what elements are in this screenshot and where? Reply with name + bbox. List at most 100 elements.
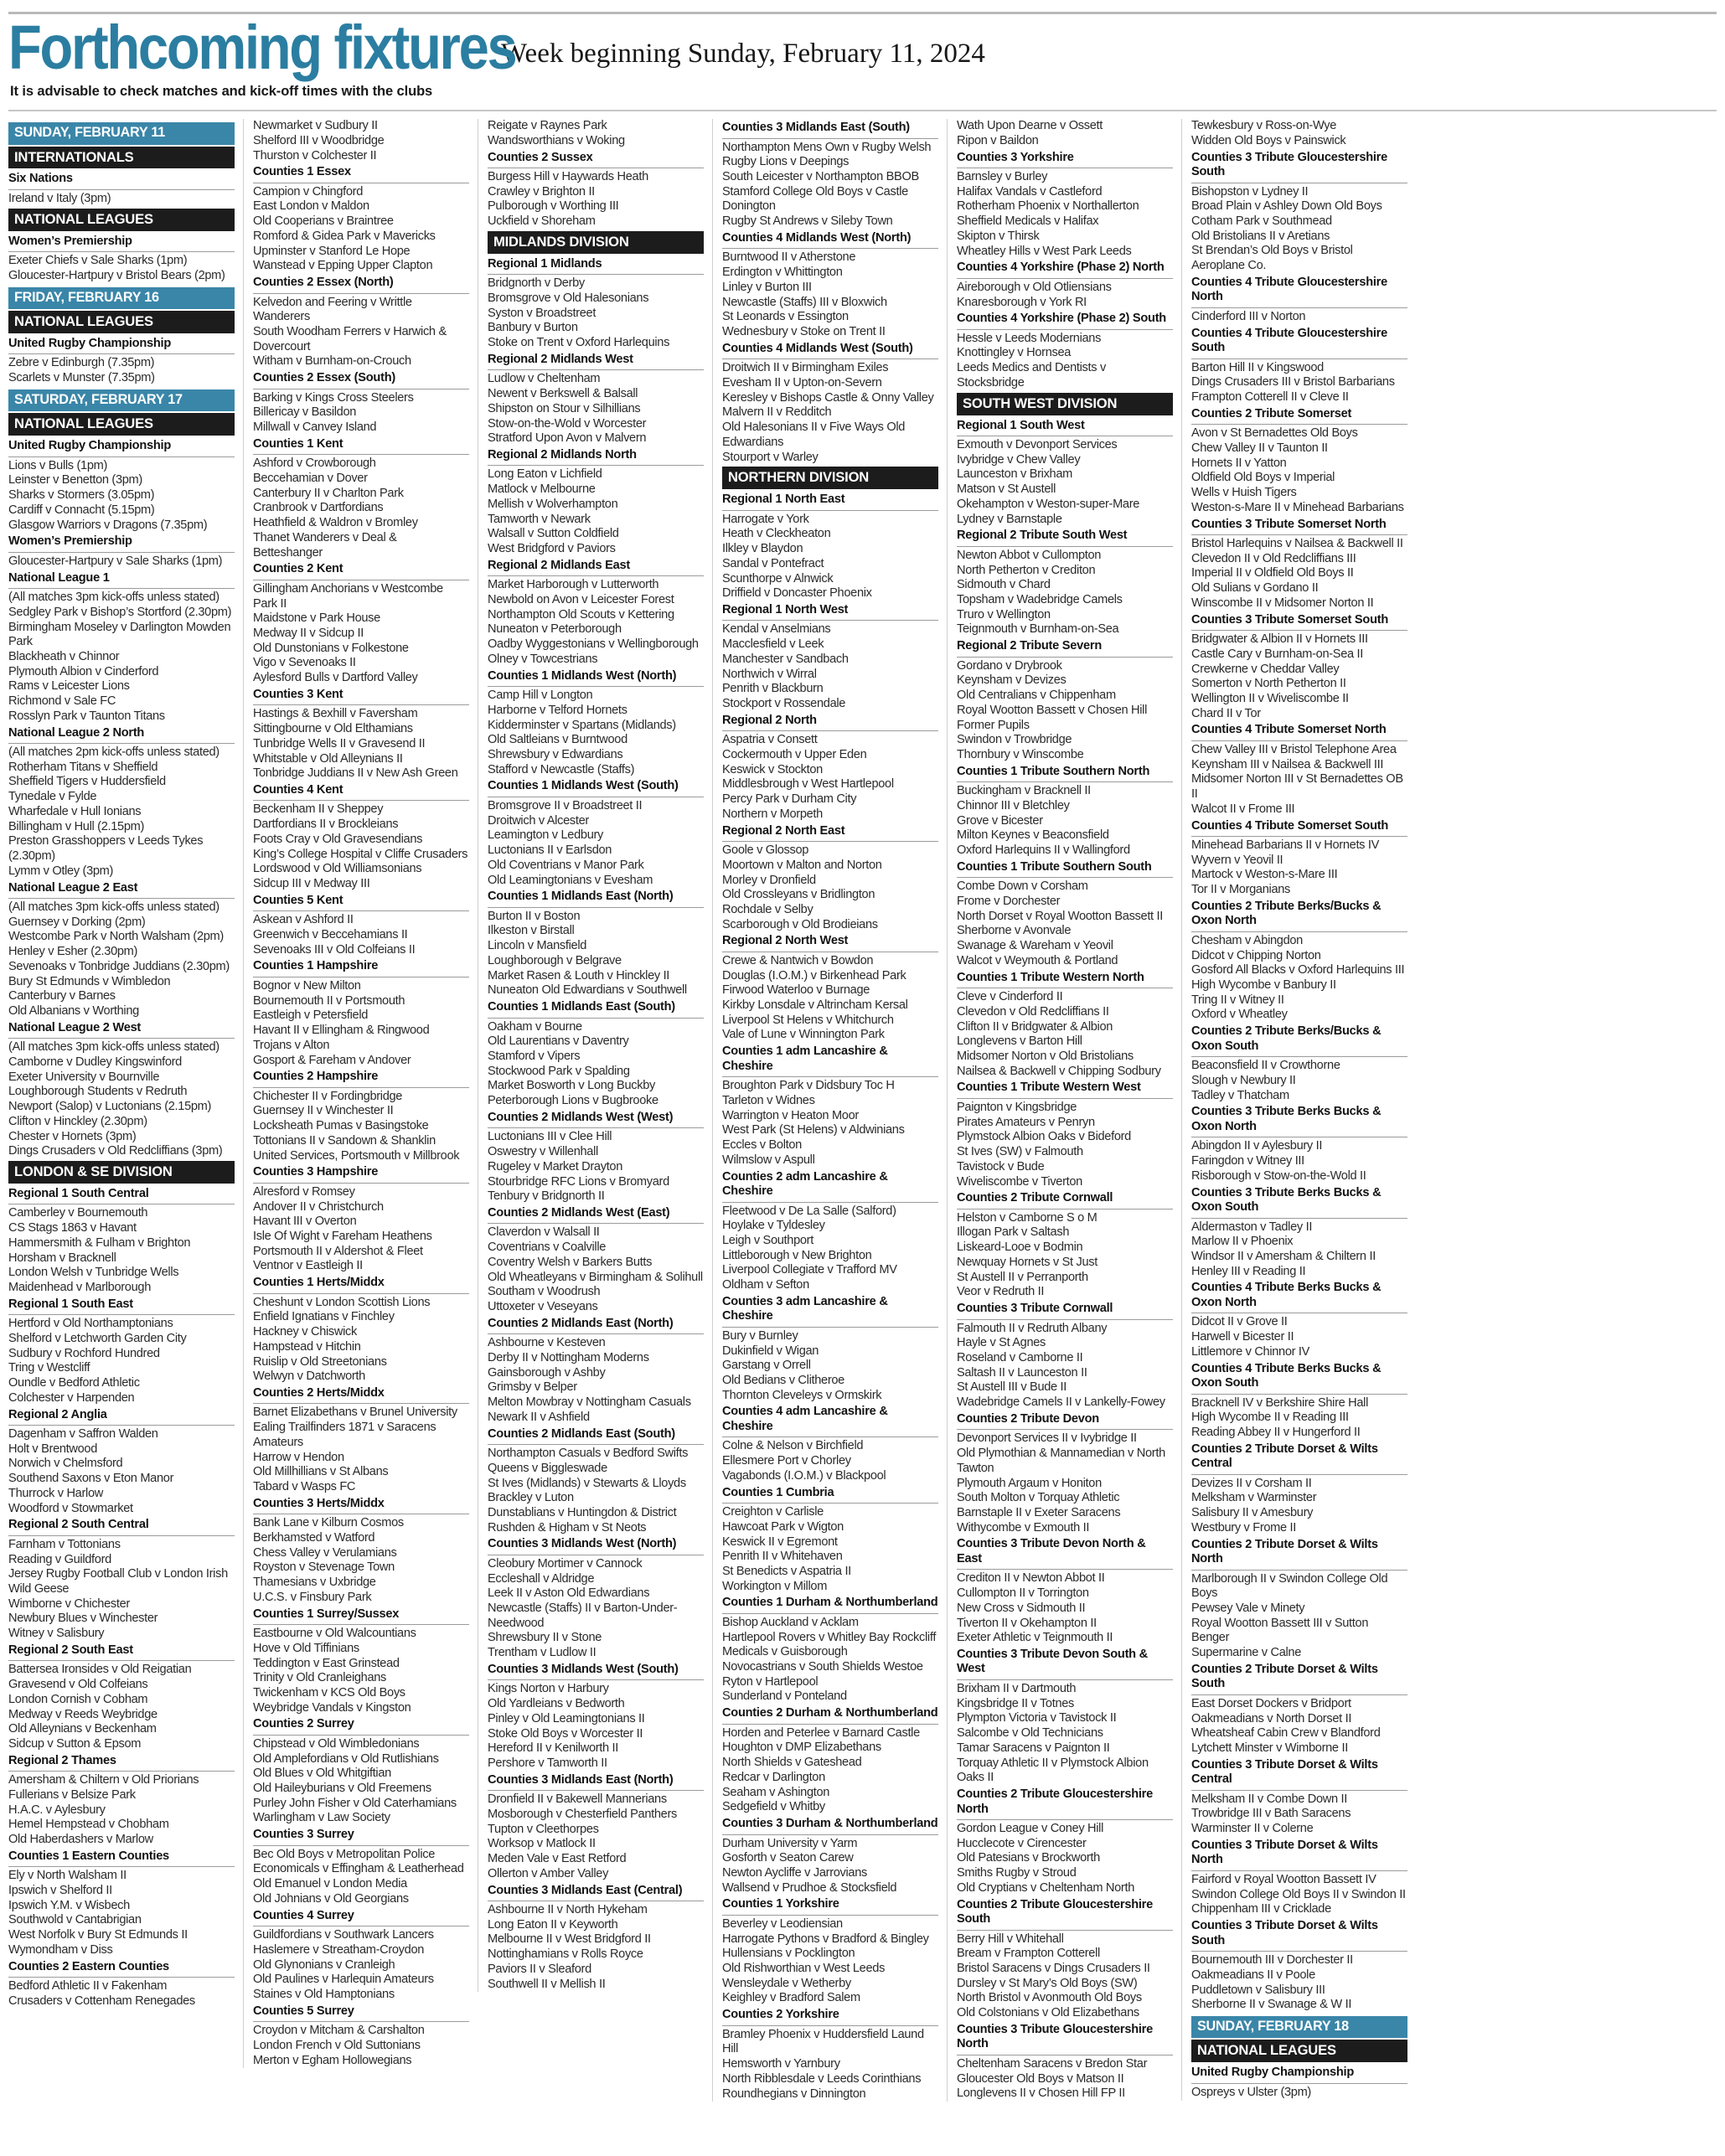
fixture-line: West Park (St Helens) v Aldwinians [722, 1123, 905, 1137]
competition-title: Counties 2 Tribute Dorset & Wilts North [1191, 1536, 1407, 1571]
fixture-line: Penrith II v Whitehaven [722, 1550, 843, 1564]
fixture-line: Chew Valley III v Bristol Telephone Area [1191, 742, 1397, 756]
fixture-line: Aireborough v Old Otliensians [957, 280, 1112, 294]
fixture-line: Driffield v Doncaster Phoenix [722, 586, 872, 601]
competition-title: Counties 3 Tribute Devon North & East [957, 1535, 1173, 1571]
competition-title: National League 2 East [8, 879, 235, 899]
fixture-line: Helston v Camborne S o M [957, 1210, 1097, 1225]
fixture-line: Northwich v Wirral [722, 667, 817, 681]
fixture-line: Luctonians II v Earlsdon [488, 843, 612, 858]
fixture-line: Stourbridge RFC Lions v Bromyard [488, 1174, 669, 1189]
competition-title: Counties 2 Hampshire [253, 1068, 469, 1088]
fixture-line: Tabard v Wasps FC [253, 1480, 356, 1494]
competition-title: Regional 2 Thames [8, 1752, 235, 1772]
fixture-line: Sherborne II v Swanage & W II [1191, 1998, 1352, 2012]
fixture-line: Sandal v Pontefract [722, 556, 824, 570]
competition-title: Six Nations [8, 170, 235, 190]
fixture-line: Paignton v Kingsbridge [957, 1100, 1077, 1114]
fixture-line: Eastbourne v Old Walcountians [253, 1627, 416, 1641]
competition-title: Counties 1 Midlands West (North) [488, 668, 704, 688]
competition-title: Counties 3 Durham & Northumberland [722, 1815, 938, 1835]
fixture-line: Wharfedale v Hull Ionians [8, 804, 142, 818]
fixture-line: Bognor v New Milton [253, 978, 361, 993]
fixture-line: Keynsham v Devizes [957, 673, 1067, 688]
fixture-line: Gravesend v Old Colfeians [8, 1678, 148, 1692]
competition-title: Counties 1 Yorkshire [722, 1896, 938, 1916]
fixture-line: Bournemouth III v Dorchester II [1191, 1953, 1353, 1968]
fixture-line: Henley v Esher (2.30pm) [8, 945, 138, 959]
competition-title: Counties 2 Tribute Dorset & Wilts Centra… [1191, 1441, 1407, 1475]
fixture-line: Northampton Mens Own v Rugby Welsh [722, 140, 932, 154]
fixture-line: Andover II v Christchurch [253, 1199, 384, 1214]
competition-title: Regional 1 South East [8, 1296, 235, 1316]
fixture-line: Norwich v Chelmsford [8, 1457, 123, 1471]
fixture-line: Bristol Harlequins v Nailsea & Backwell … [1191, 537, 1403, 551]
fixture-line: Old Alleynians v Beckenham [8, 1722, 157, 1736]
fixture-line: Castle Cary v Burnham-on-Sea II [1191, 647, 1364, 661]
competition-title: Regional 1 South West [957, 417, 1173, 437]
fixture-line: Luctonians III v Clee Hill [488, 1130, 612, 1144]
fixture-line: Tadley v Thatcham [1191, 1088, 1289, 1102]
fixture-line: Preston Grasshoppers v Leeds Tykes (2.30… [8, 834, 204, 864]
fixture-line: High Wycombe v Banbury II [1191, 978, 1336, 993]
competition-title: Regional 1 South Central [8, 1185, 235, 1205]
fixture-line: Midsomer Norton v Old Bristolians [957, 1049, 1134, 1063]
fixture-line: Greenwich v Beccehamians II [253, 927, 408, 941]
competition-title: Counties 1 Essex [253, 163, 469, 183]
fixture-line: Wandsworthians v Woking [488, 133, 625, 147]
fixture-line: Reading Abbey II v Hungerford II [1191, 1425, 1361, 1439]
fixture-line: Pewsey Vale v Minety [1191, 1602, 1305, 1616]
fixture-line: Salisbury II v Amesbury [1191, 1506, 1314, 1520]
fixture-line: Stockport v Rossendale [722, 697, 846, 711]
competition-title: Counties 3 adm Lancashire & Cheshire [722, 1293, 938, 1328]
fixture-line: Heathfield & Waldron v Bromley [253, 516, 418, 530]
fixture-line: Liverpool St Helens v Whitchurch [722, 1013, 894, 1027]
fixture-line: Loughborough Students v Redruth [8, 1085, 188, 1099]
fixture-line: Old Haileyburians v Old Freemens [253, 1782, 431, 1796]
fixture-line: Sevenoaks v Tonbridge Juddians (2.30pm) [8, 959, 230, 973]
fixture-line: Thamesians v Uxbridge [253, 1576, 376, 1590]
fixture-line: Beccehamian v Dover [253, 472, 368, 486]
fixture-line: Shipston on Stour v Silhillians [488, 401, 641, 415]
fixture-line: Tonbridge Juddians II v New Ash Green [253, 766, 458, 781]
fixture-line: Royal Wootton Bassett v Chosen Hill Form… [957, 703, 1148, 732]
fixture-line: Wensleydale v Wetherby [722, 1976, 851, 1990]
fixture-line: Ireland v Italy (3pm) [8, 191, 111, 205]
fixture-line: Stoke on Trent v Oxford Harlequins [488, 336, 670, 350]
fixture-line: Peterborough Lions v Bugbrooke [488, 1094, 658, 1108]
fixture-line: Bedford Athletic II v Fakenham [8, 1979, 168, 1994]
fixture-line: Leinster v Benetton (3pm) [8, 473, 142, 487]
fixture-line: Woodford v Stowmarket [8, 1501, 133, 1515]
fixture-line: Warrington v Heaton Moor [722, 1108, 859, 1122]
competition-title: Counties 3 Tribute Gloucestershire North [957, 2021, 1173, 2055]
fixture-line: CS Stags 1863 v Havant [8, 1221, 137, 1235]
fixture-line: Abingdon II v Aylesbury II [1191, 1139, 1323, 1153]
fixture-line: Tarleton v Widnes [722, 1093, 815, 1107]
fixture-line: Somerton v North Petherton II [1191, 677, 1346, 691]
fixture-line: Gordano v Drybrook [957, 658, 1062, 673]
fixture-line: Birmingham Moseley v Darlington Mowden P… [8, 620, 231, 649]
fixture-line: Old Coventrians v Manor Park [488, 858, 644, 872]
fixture-line: Mosborough v Chesterfield Panthers [488, 1807, 677, 1821]
fixture-line: Isle Of Wight v Fareham Heathens [253, 1229, 432, 1243]
competition-title: Women’s Premiership [8, 533, 235, 553]
fixture-line: Old Colstonians v Old Elizabethans [957, 2006, 1139, 2020]
fixture-line: Weston-s-Mare II v Minehead Barbarians [1191, 500, 1404, 514]
fixture-line: Horsham v Bracknell [8, 1251, 116, 1265]
fixture-line: Stafford v Newcastle (Staffs) [488, 762, 635, 776]
fixture-line: Old Centralians v Chippenham [957, 689, 1116, 703]
fixture-line: Enfield Ignatians v Finchley [253, 1310, 395, 1324]
fixture-line: Battersea Ironsides v Old Reigatian [8, 1663, 192, 1677]
fixture-line: London Cornish v Cobham [8, 1692, 148, 1706]
fixture-line: Liverpool Collegiate v Trafford MV [722, 1263, 897, 1277]
competition-title: Counties 3 Tribute Devon South & West [957, 1646, 1173, 1680]
fixture-line: Burntwood II v Atherstone [722, 250, 856, 265]
fixture-line: Manchester v Sandbach [722, 652, 849, 666]
competition-title: Counties 2 Tribute Cornwall [957, 1189, 1173, 1210]
fixture-line: Farnham v Tottonians [8, 1537, 121, 1551]
fixture-line: Ealing Trailfinders 1871 v Saracens Amat… [253, 1421, 436, 1449]
fixture-line: Canterbury II v Charlton Park [253, 486, 404, 500]
fixture-line: Barking v Kings Cross Steelers [253, 390, 414, 405]
fixture-line: Tewkesbury v Ross-on-Wye [1191, 119, 1337, 133]
kickoff-note: (All matches 3pm kick-offs unless stated… [8, 1040, 219, 1055]
